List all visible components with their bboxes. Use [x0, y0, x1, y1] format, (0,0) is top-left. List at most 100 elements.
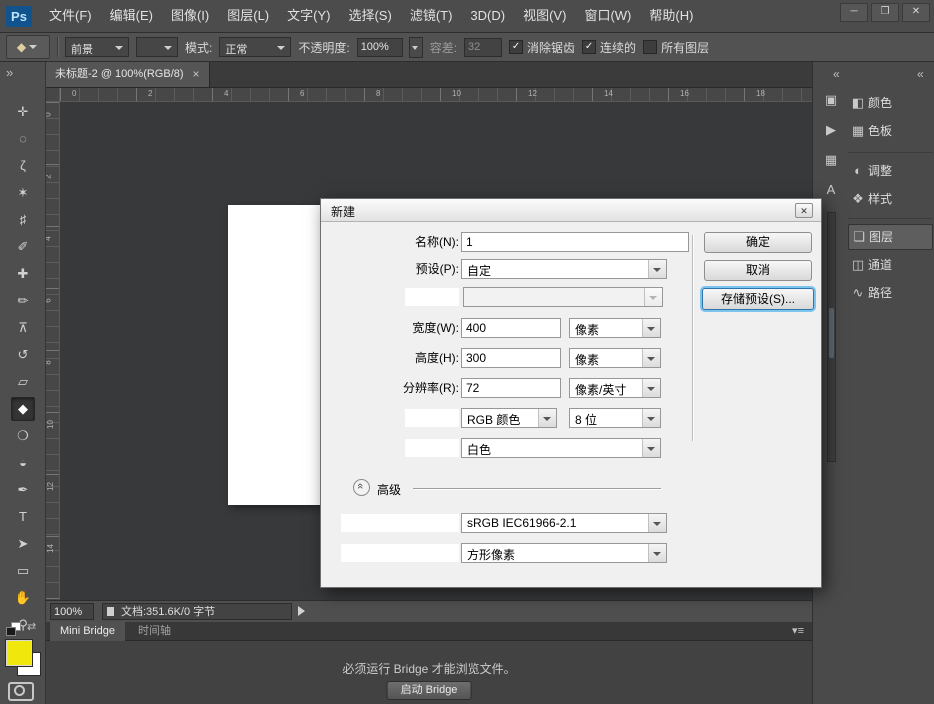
rectangle-tool-button[interactable]: ▭: [11, 559, 35, 583]
resolution-unit-select[interactable]: 像素/英寸: [569, 378, 661, 398]
toolbar-collapse-button[interactable]: »: [6, 65, 13, 80]
anti-alias-checkbox[interactable]: ✓ 消除锯齿: [509, 39, 575, 56]
dialog-title-bar[interactable]: 新建 ✕: [321, 199, 821, 222]
panel-button-styles[interactable]: ❖样式: [848, 186, 933, 212]
tab-mini-bridge[interactable]: Mini Bridge: [50, 622, 125, 641]
color-profile-select[interactable]: sRGB IEC61966-2.1: [461, 513, 667, 533]
close-button[interactable]: ✕: [902, 3, 930, 22]
marquee-tool-button[interactable]: ◌: [11, 127, 35, 151]
name-input[interactable]: [461, 232, 689, 252]
menu-item-help[interactable]: 帮助(H): [640, 0, 702, 32]
tolerance-field[interactable]: [464, 38, 502, 57]
quick-selection-tool-button[interactable]: ✶: [11, 181, 35, 205]
panel-button-color[interactable]: ◧颜色: [848, 90, 933, 116]
cancel-button[interactable]: 取消: [704, 260, 812, 281]
foreground-color-swatch[interactable]: [6, 640, 32, 666]
menu-item-window[interactable]: 窗口(W): [575, 0, 640, 32]
status-popup-icon[interactable]: [298, 606, 305, 616]
horizontal-ruler[interactable]: 0 2 4 6 8 10 12 14 16 18: [60, 88, 812, 102]
pen-tool-button[interactable]: ✒: [11, 478, 35, 502]
pixel-aspect-select[interactable]: 方形像素: [461, 543, 667, 563]
dialog-close-button[interactable]: ✕: [795, 203, 813, 218]
ruler-label: 10: [452, 89, 461, 98]
blur-tool-button[interactable]: ❍: [11, 424, 35, 448]
opacity-field[interactable]: [357, 38, 403, 57]
panel-button-layers[interactable]: ❏图层: [848, 224, 933, 250]
ruler-label: 4: [224, 89, 228, 98]
eyedropper-tool-button[interactable]: ✐: [11, 235, 35, 259]
tool-preset-picker[interactable]: ◆: [6, 35, 50, 59]
panel-button-paths[interactable]: ∿路径: [848, 280, 933, 306]
height-unit-select[interactable]: 像素: [569, 348, 661, 368]
scrollbar-thumb[interactable]: [829, 308, 834, 358]
tab-timeline[interactable]: 时间轴: [128, 622, 181, 641]
ruler-label: 12: [46, 482, 55, 491]
brush-tool-button[interactable]: ✏: [11, 289, 35, 313]
mode-select[interactable]: 正常: [219, 37, 291, 57]
menu-item-3d[interactable]: 3D(D): [461, 0, 514, 32]
panel-icon-play[interactable]: ▶: [818, 118, 844, 142]
swap-colors-icon[interactable]: ⇄: [27, 620, 36, 633]
width-input[interactable]: [461, 318, 561, 338]
panel-icon-swatch-grid[interactable]: ▦: [818, 148, 844, 172]
advanced-toggle-button[interactable]: «: [353, 479, 370, 496]
photoshop-window: Ps 文件(F) 编辑(E) 图像(I) 图层(L) 文字(Y) 选择(S) 滤…: [0, 0, 934, 704]
document-info: 文档:351.6K/0 字节: [102, 603, 292, 620]
panel-menu-icon[interactable]: ▾≡: [792, 622, 804, 641]
panel-icon-clone-source[interactable]: ▣: [818, 88, 844, 112]
move-tool-button[interactable]: ✛: [11, 100, 35, 124]
paint-bucket-tool-button[interactable]: ◆: [11, 397, 35, 421]
dock-collapse-button[interactable]: «: [917, 67, 924, 81]
healing-brush-tool-button[interactable]: ✚: [11, 262, 35, 286]
menu-item-file[interactable]: 文件(F): [40, 0, 101, 32]
hand-tool-button[interactable]: ✋: [11, 586, 35, 610]
preset-select[interactable]: 自定: [461, 259, 667, 279]
tolerance-label: 容差:: [430, 39, 457, 56]
clone-stamp-tool-button[interactable]: ⊼: [11, 316, 35, 340]
document-tab[interactable]: 未标题-2 @ 100%(RGB/8) ×: [46, 62, 210, 87]
panel-button-swatches[interactable]: ▦色板: [848, 118, 933, 144]
swatches-panel-icon: ▦: [848, 118, 868, 144]
tab-close-icon[interactable]: ×: [193, 62, 200, 87]
minimize-button[interactable]: ─: [840, 3, 868, 22]
ruler-label: 18: [756, 89, 765, 98]
menu-item-select[interactable]: 选择(S): [339, 0, 400, 32]
menu-item-layer[interactable]: 图层(L): [218, 0, 278, 32]
menu-item-view[interactable]: 视图(V): [514, 0, 575, 32]
width-unit-select[interactable]: 像素: [569, 318, 661, 338]
crop-tool-button[interactable]: ♯: [11, 208, 35, 232]
bit-depth-select[interactable]: 8 位: [569, 408, 661, 428]
resolution-input[interactable]: [461, 378, 561, 398]
ok-button[interactable]: 确定: [704, 232, 812, 253]
menu-item-image[interactable]: 图像(I): [162, 0, 218, 32]
save-preset-button[interactable]: 存储预设(S)...: [702, 288, 814, 310]
panel-button-channels[interactable]: ◫通道: [848, 252, 933, 278]
path-selection-tool-button[interactable]: ➤: [11, 532, 35, 556]
maximize-button[interactable]: ❐: [871, 3, 899, 22]
opacity-slider-arrow-icon[interactable]: [409, 37, 423, 58]
height-input[interactable]: [461, 348, 561, 368]
zoom-level-field[interactable]: [50, 603, 94, 620]
pattern-picker[interactable]: [136, 37, 178, 57]
quick-mask-button[interactable]: [8, 682, 34, 701]
panel-button-adjustments[interactable]: ◐调整: [848, 158, 933, 184]
vertical-ruler[interactable]: 0 2 4 6 8 10 12 14: [46, 102, 60, 600]
fill-source-select[interactable]: 前景: [65, 37, 129, 57]
history-brush-tool-button[interactable]: ↺: [11, 343, 35, 367]
dodge-tool-button[interactable]: ◒: [11, 451, 35, 475]
lasso-tool-button[interactable]: ζ: [11, 154, 35, 178]
dialog-title: 新建: [331, 203, 355, 220]
launch-bridge-button[interactable]: 启动 Bridge: [387, 681, 472, 700]
contiguous-checkbox[interactable]: ✓ 连续的: [582, 39, 636, 56]
color-mode-select[interactable]: RGB 颜色: [461, 408, 557, 428]
background-contents-select[interactable]: 白色: [461, 438, 661, 458]
type-tool-button[interactable]: T: [11, 505, 35, 529]
menu-item-type[interactable]: 文字(Y): [278, 0, 339, 32]
dock-collapse-button[interactable]: «: [833, 67, 840, 81]
menu-item-filter[interactable]: 滤镜(T): [401, 0, 462, 32]
menu-item-edit[interactable]: 编辑(E): [101, 0, 162, 32]
all-layers-checkbox[interactable]: 所有图层: [643, 39, 709, 56]
dock-scrollbar[interactable]: [827, 212, 836, 462]
default-colors-button[interactable]: [6, 622, 22, 635]
eraser-tool-button[interactable]: ▱: [11, 370, 35, 394]
